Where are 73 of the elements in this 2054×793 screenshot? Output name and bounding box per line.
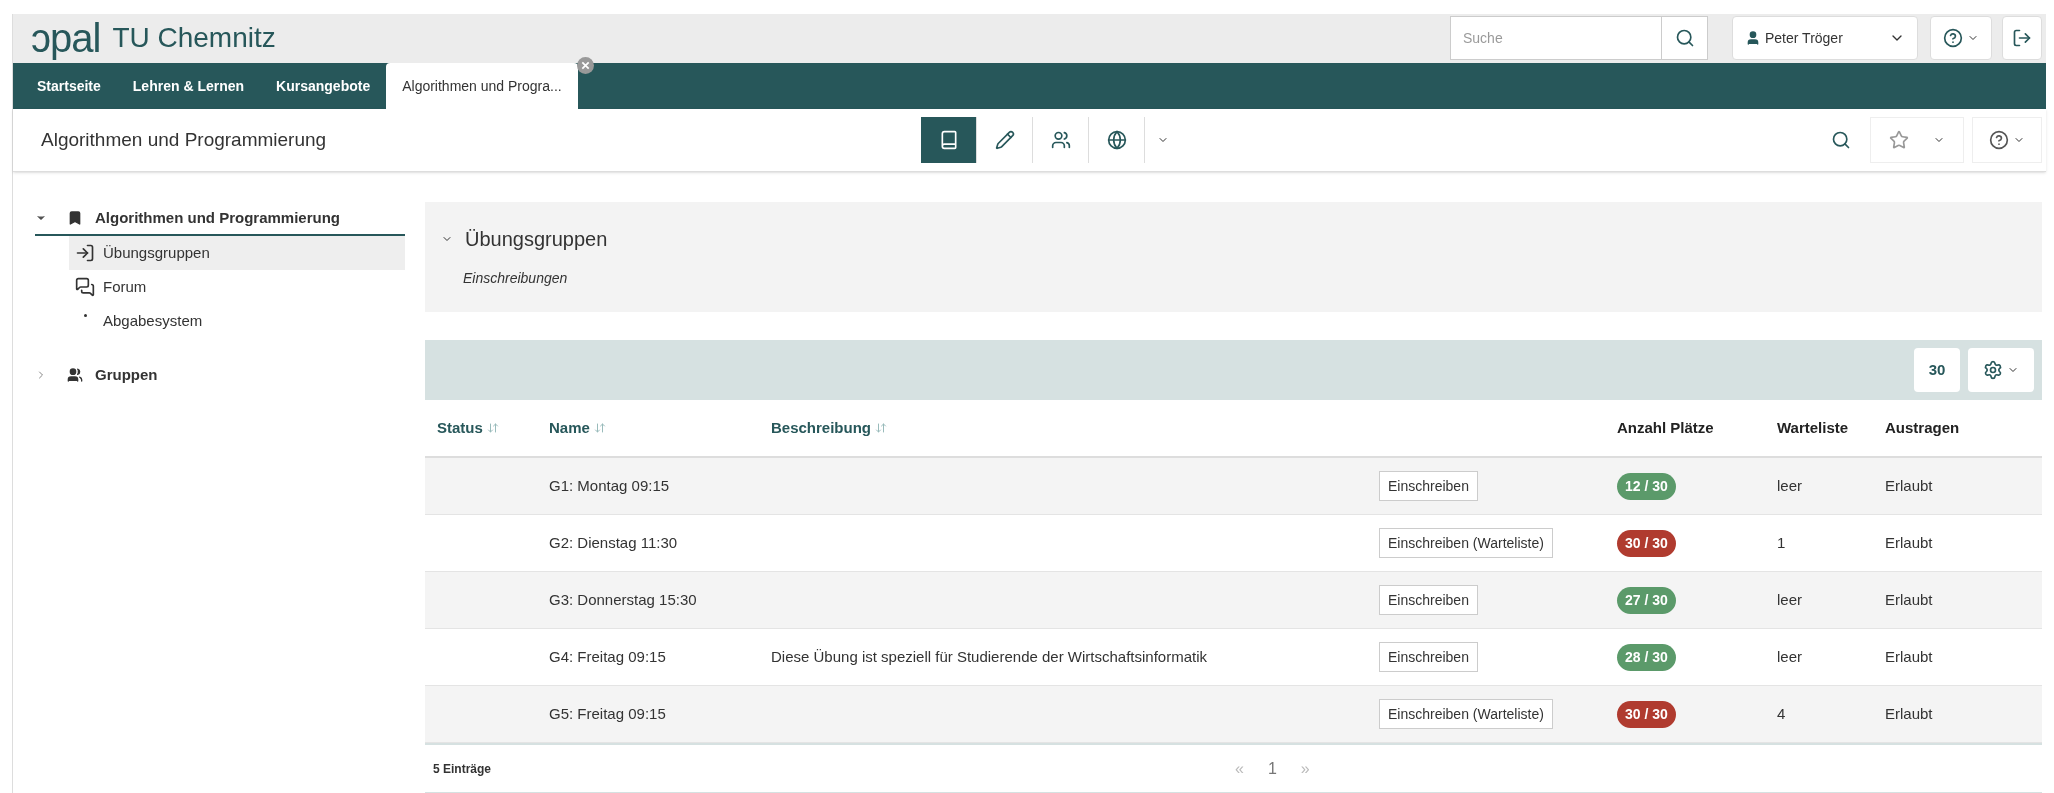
panel-subtitle: Einschreibungen <box>463 269 569 288</box>
search-button[interactable] <box>1662 16 1708 61</box>
column-header: Anzahl Plätze <box>1617 417 1714 438</box>
search-icon <box>1674 28 1695 49</box>
nav-tab[interactable]: Kursangebote <box>260 63 387 110</box>
users-icon <box>1050 130 1071 151</box>
table-cell: leer <box>1777 476 1802 494</box>
logout-icon <box>2012 28 2032 49</box>
table-cell: G3: Donnerstag 15:30 <box>549 590 697 608</box>
tree-item[interactable]: Gruppen <box>35 358 405 392</box>
table-cell: G5: Freitag 09:15 <box>549 704 666 722</box>
table-cell: G2: Dienstag 11:30 <box>549 533 678 551</box>
places-badge: 30 / 30 <box>1617 529 1676 557</box>
column-header[interactable]: Name <box>549 416 590 440</box>
column-header[interactable]: Status <box>437 416 483 440</box>
close-icon[interactable] <box>576 57 594 75</box>
bookmark-icon <box>67 210 83 226</box>
places-badge: 12 / 30 <box>1617 472 1676 500</box>
column-header[interactable]: Beschreibung <box>771 416 872 440</box>
entry-count: 5 Einträge <box>433 760 493 778</box>
settings-icon <box>1983 360 2003 380</box>
star-icon <box>1889 130 1909 151</box>
table-cell: Erlaubt <box>1885 704 1933 722</box>
enroll-button[interactable]: Einschreiben (Warteliste) <box>1379 699 1553 729</box>
places-badge: 28 / 30 <box>1617 643 1676 671</box>
panel-title: Übungsgruppen <box>465 227 608 252</box>
table-cell: 1 <box>1777 533 1786 551</box>
logo[interactable]: ɔpal <box>31 18 101 59</box>
help-button[interactable] <box>1930 16 1992 61</box>
pagination-link[interactable]: 1 <box>1255 756 1289 781</box>
table-cell: Erlaubt <box>1885 647 1933 665</box>
bullet-icon <box>83 314 87 317</box>
enroll-button[interactable]: Einschreiben <box>1379 585 1478 615</box>
table-cell: G1: Montag 09:15 <box>549 476 670 494</box>
tree-item[interactable]: Abgabesystem <box>69 304 405 338</box>
help-button[interactable] <box>1972 117 2042 164</box>
places-badge: 27 / 30 <box>1617 586 1676 614</box>
table-cell: Diese Übung ist speziell für Studierende der Wirtschaftsinformatik <box>771 647 1208 665</box>
nav-tab[interactable]: Algorithmen und Progra... <box>386 63 578 110</box>
enroll-button[interactable]: Einschreiben <box>1379 471 1478 501</box>
pencil-icon <box>994 130 1015 151</box>
table-cell: leer <box>1777 647 1802 665</box>
user-icon <box>1745 30 1761 47</box>
logout-button[interactable] <box>2002 16 2042 61</box>
users-icon <box>67 367 83 383</box>
table-cell: G4: Freitag 09:15 <box>549 647 666 665</box>
nav-tab[interactable]: Lehren & Lernen <box>116 63 261 110</box>
site-title: TU Chemnitz <box>112 21 276 56</box>
settings-button[interactable] <box>1968 348 2034 392</box>
column-header: Austragen <box>1885 417 1960 438</box>
places-badge: 30 / 30 <box>1617 700 1676 728</box>
search-field[interactable]: Suche <box>1451 17 1661 60</box>
table-cell: Erlaubt <box>1885 533 1933 551</box>
enroll-button[interactable]: Einschreiben <box>1379 642 1478 672</box>
course-title: Algorithmen und Programmierung <box>41 127 328 152</box>
page-size-button[interactable]: 30 <box>1914 348 1960 392</box>
toolbar-button[interactable] <box>921 117 977 164</box>
tree-item[interactable]: Forum <box>69 270 405 304</box>
tree-item[interactable]: Übungsgruppen <box>69 236 405 270</box>
help-icon <box>1989 130 2009 151</box>
column-header: Warteliste <box>1777 417 1849 438</box>
search-icon <box>1831 130 1851 151</box>
table-cell: Erlaubt <box>1885 476 1933 494</box>
chat-icon <box>75 277 95 297</box>
table-cell: 4 <box>1777 704 1786 722</box>
user-menu-button[interactable]: Peter Tröger <box>1732 16 1918 61</box>
table-cell: Erlaubt <box>1885 590 1933 608</box>
nav-tab[interactable]: Startseite <box>21 63 117 110</box>
table-cell: leer <box>1777 590 1802 608</box>
enter-icon <box>75 243 95 263</box>
help-icon <box>1943 28 1963 49</box>
enroll-button[interactable]: Einschreiben (Warteliste) <box>1379 528 1553 558</box>
globe-icon <box>1106 130 1127 151</box>
